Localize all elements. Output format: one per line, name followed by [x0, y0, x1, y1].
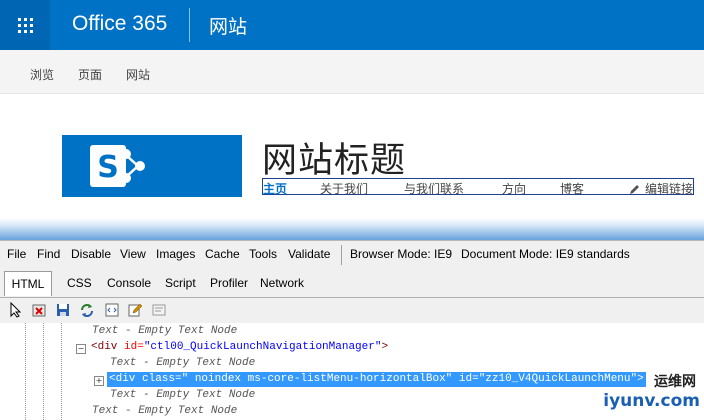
- tab-html[interactable]: HTML: [4, 271, 52, 296]
- office365-brand[interactable]: Office 365: [72, 12, 167, 36]
- tab-console[interactable]: Console: [107, 276, 151, 290]
- dom-source-icon[interactable]: [104, 302, 120, 318]
- nav-item-directions[interactable]: 方向: [502, 180, 526, 197]
- devtools-toolbar: [0, 298, 704, 322]
- save-icon[interactable]: [55, 302, 71, 318]
- edit-icon[interactable]: [127, 302, 143, 318]
- devtools-tabs: HTML CSS Console Script Profiler Network: [0, 269, 704, 298]
- tree-node-empty-text[interactable]: Text - Empty Text Node: [110, 388, 255, 403]
- tree-guide: [43, 323, 44, 420]
- menu-cache[interactable]: Cache: [205, 247, 240, 261]
- edit-links-label: 编辑链接: [645, 182, 694, 196]
- tree-node-empty-text[interactable]: Text - Empty Text Node: [92, 324, 237, 339]
- app-launcher-button[interactable]: [0, 0, 50, 50]
- tree-node-empty-text[interactable]: Text - Empty Text Node: [92, 404, 237, 419]
- site-title[interactable]: 网站标题: [262, 132, 406, 183]
- sharepoint-logo-icon: S: [90, 145, 145, 187]
- nav-item-blog[interactable]: 博客: [560, 180, 584, 197]
- tag-close: >: [381, 341, 389, 353]
- suite-bar-divider: [189, 8, 190, 42]
- svg-text:S: S: [97, 150, 119, 185]
- attr-name: id=: [452, 373, 479, 385]
- header-gradient-band: [0, 218, 704, 240]
- watermark-text: 运维网: [654, 374, 696, 390]
- menu-file[interactable]: File: [7, 247, 26, 261]
- menu-view[interactable]: View: [120, 247, 146, 261]
- pencil-icon: [630, 184, 639, 194]
- clear-icon[interactable]: [31, 302, 47, 318]
- watermark-domain: iyunv.com: [603, 391, 700, 411]
- menu-images[interactable]: Images: [156, 247, 195, 261]
- nav-item-about[interactable]: 关于我们: [320, 180, 368, 197]
- expand-icon[interactable]: +: [94, 376, 104, 386]
- menu-find[interactable]: Find: [37, 247, 60, 261]
- ribbon-tab-browse[interactable]: 浏览: [30, 66, 54, 83]
- tag-name: <div: [91, 341, 118, 353]
- refresh-icon[interactable]: [79, 302, 95, 318]
- menu-disable[interactable]: Disable: [71, 247, 111, 261]
- edit-links-button[interactable]: 编辑链接: [629, 180, 693, 197]
- attr-name: class=: [135, 373, 182, 385]
- attr-value: " noindex ms-core-listMenu-horizontalBox…: [181, 373, 453, 385]
- tree-node-selected-quicklaunch-menu[interactable]: <div class=" noindex ms-core-listMenu-ho…: [107, 372, 646, 387]
- tab-script[interactable]: Script: [165, 276, 196, 290]
- ribbon: 浏览 页面 网站: [0, 50, 704, 94]
- ribbon-tab-page[interactable]: 页面: [78, 66, 102, 83]
- developer-tools-panel: File Find Disable View Images Cache Tool…: [0, 240, 704, 420]
- attr-name: id=: [117, 341, 144, 353]
- top-navigation: 主页 关于我们 与我们联系 方向 博客 编辑链接: [262, 178, 694, 197]
- tree-guide: [61, 323, 62, 420]
- browser-mode-menu[interactable]: Browser Mode: IE9: [350, 247, 452, 261]
- word-wrap-icon[interactable]: [151, 302, 167, 318]
- site-link[interactable]: 网站: [209, 12, 247, 39]
- attr-value: "ctl00_QuickLaunchNavigationManager": [143, 341, 382, 353]
- tree-guide: [25, 323, 26, 420]
- menu-divider: [341, 245, 342, 265]
- nav-item-home[interactable]: 主页: [263, 180, 287, 197]
- tree-node-navigation-manager[interactable]: <div id="ctl00_QuickLaunchNavigationMana…: [91, 340, 388, 355]
- select-element-icon[interactable]: [8, 302, 24, 318]
- tab-css[interactable]: CSS: [67, 276, 92, 290]
- menu-validate[interactable]: Validate: [288, 247, 330, 261]
- nav-item-contact[interactable]: 与我们联系: [404, 180, 464, 197]
- document-mode-menu[interactable]: Document Mode: IE9 standards: [461, 247, 630, 261]
- menu-tools[interactable]: Tools: [249, 247, 277, 261]
- collapse-icon[interactable]: −: [76, 344, 86, 354]
- sharepoint-logo[interactable]: S: [62, 135, 242, 197]
- tab-profiler[interactable]: Profiler: [210, 276, 248, 290]
- waffle-icon: [17, 17, 33, 33]
- tree-node-empty-text[interactable]: Text - Empty Text Node: [110, 356, 255, 371]
- tag-name: <div: [109, 373, 136, 385]
- ribbon-tab-site[interactable]: 网站: [126, 66, 150, 83]
- site-watermark: 运维网 iyunv.com: [600, 371, 700, 417]
- dom-tree: Text - Empty Text Node − <div id="ctl00_…: [0, 323, 704, 420]
- devtools-menubar: File Find Disable View Images Cache Tool…: [0, 241, 704, 268]
- suite-bar: Office 365 网站: [0, 0, 704, 50]
- tab-network[interactable]: Network: [260, 276, 304, 290]
